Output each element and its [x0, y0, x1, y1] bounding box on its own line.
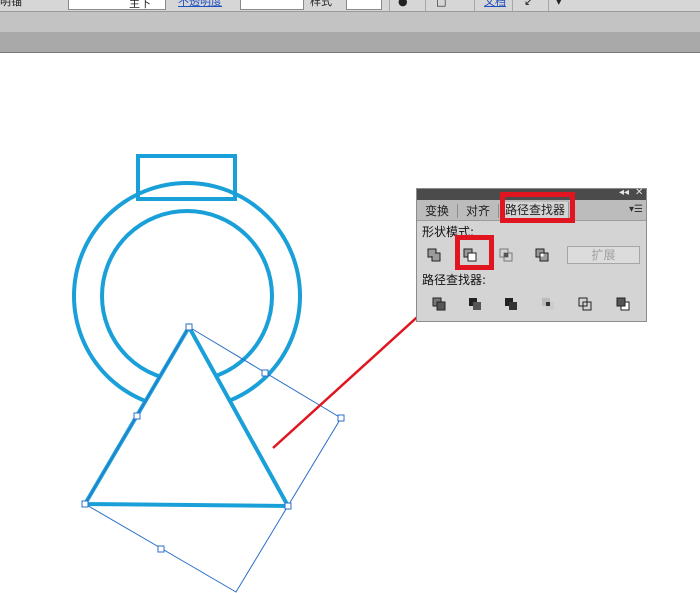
tab-transform[interactable]: 变换 [425, 203, 449, 219]
handle[interactable] [261, 369, 269, 377]
exclude-icon[interactable] [534, 247, 550, 263]
panel-menu-icon[interactable]: ▾☰ [629, 204, 643, 215]
minus-back-icon[interactable] [615, 296, 631, 312]
tab-align[interactable]: 对齐 [466, 203, 490, 219]
crop-icon[interactable] [540, 296, 556, 312]
expand-button[interactable]: 扩展 [567, 246, 640, 264]
unite-icon[interactable] [426, 247, 442, 263]
handle[interactable] [185, 323, 193, 331]
top-rectangle[interactable] [136, 154, 237, 201]
pathfinders-label: 路径查找器: [422, 273, 487, 287]
close-icon[interactable]: ✕ [635, 187, 643, 199]
triangle[interactable] [81, 322, 292, 509]
minus-front-highlight [455, 235, 494, 270]
handle[interactable] [157, 545, 165, 553]
handle[interactable] [337, 414, 345, 422]
divide-icon[interactable] [431, 296, 447, 312]
handle[interactable] [81, 500, 89, 508]
handle[interactable] [133, 412, 141, 420]
handle[interactable] [284, 502, 292, 510]
merge-icon[interactable] [503, 296, 519, 312]
outline-icon[interactable] [577, 296, 593, 312]
pathfinder-tab-highlight [500, 192, 575, 223]
intersect-icon[interactable] [498, 247, 514, 263]
trim-icon[interactable] [467, 296, 483, 312]
collapse-icon[interactable]: ◂◂ [619, 187, 629, 199]
